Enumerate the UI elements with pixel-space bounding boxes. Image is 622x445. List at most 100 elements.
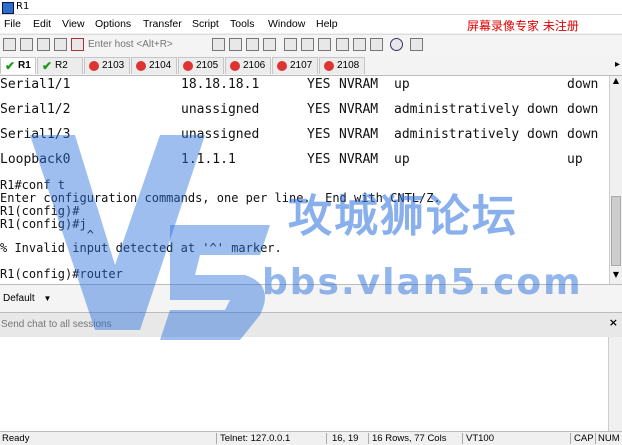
menu-bar: File Edit View Options Transfer Script T… (0, 15, 622, 33)
tab-r1[interactable]: ✔ R1 (0, 57, 36, 74)
disconnect-icon[interactable] (71, 38, 84, 51)
session-select[interactable]: Default ▼ (3, 293, 51, 304)
chat-input[interactable] (0, 316, 601, 332)
iface-ok: YES (307, 127, 331, 142)
chevron-down-icon: ▼ (43, 294, 52, 303)
status-size: 16 Rows, 77 Cols (372, 433, 447, 444)
status-emulation: VT100 (466, 433, 494, 444)
close-icon[interactable]: × (609, 316, 618, 329)
status-cursor: 16, 19 (332, 433, 359, 444)
tab-2104[interactable]: 2104 (131, 57, 177, 74)
terminal-line: R1(config)#router (0, 267, 123, 281)
chat-bar: × (0, 312, 622, 338)
disconnected-icon (324, 61, 334, 71)
iface-ip: unassigned (181, 102, 260, 117)
iface-status: administratively down (394, 127, 559, 142)
iface-method: NVRAM (339, 152, 379, 167)
terminal-line: % Invalid input detected at '^' marker. (0, 241, 282, 255)
menu-tools[interactable]: Tools (230, 15, 255, 33)
recorder-watermark: 屏幕录像专家 未注册 (467, 19, 579, 33)
paste-icon[interactable] (229, 38, 242, 51)
check-icon: ✔ (42, 59, 53, 73)
connect-tab-icon[interactable] (37, 38, 50, 51)
iface-name: Loopback0 (0, 152, 71, 167)
toolbar (0, 34, 622, 56)
app-icon (2, 2, 14, 14)
menu-view[interactable]: View (62, 15, 85, 33)
menu-script[interactable]: Script (192, 15, 219, 33)
global-options-icon[interactable] (353, 38, 366, 51)
iface-protocol: down (567, 102, 599, 117)
status-state: Ready (2, 433, 30, 444)
menu-file[interactable]: File (4, 15, 21, 33)
disconnected-icon (230, 61, 240, 71)
iface-method: NVRAM (339, 77, 379, 92)
iface-ok: YES (307, 152, 331, 167)
check-icon: ✔ (5, 59, 16, 73)
iface-ok: YES (307, 77, 331, 92)
iface-ip: 18.18.18.1 (181, 77, 260, 92)
terminal-line: R1(config)# (0, 204, 80, 218)
toolbar-options-icon[interactable] (410, 38, 423, 51)
tab-scroll-right-icon[interactable]: ▸ (615, 59, 620, 70)
iface-method: NVRAM (339, 102, 379, 117)
print-selection-icon[interactable] (318, 38, 331, 51)
find-icon[interactable] (263, 38, 276, 51)
scroll-thumb[interactable] (611, 196, 621, 266)
title-bar: R1 (0, 0, 622, 15)
terminal-line: ^ (0, 228, 94, 242)
print-icon[interactable] (301, 38, 314, 51)
menu-edit[interactable]: Edit (33, 15, 51, 33)
iface-name: Serial1/2 (0, 102, 71, 117)
tab-2108[interactable]: 2108 (319, 57, 365, 74)
quick-connect-icon[interactable] (20, 38, 33, 51)
disconnected-icon (277, 61, 287, 71)
iface-name: Serial1/1 (0, 77, 71, 92)
tab-2105[interactable]: 2105 (178, 57, 224, 74)
status-caps: CAP (574, 433, 594, 444)
terminal-line: R1#conf t (0, 178, 66, 192)
menu-transfer[interactable]: Transfer (143, 15, 182, 33)
iface-ip: 1.1.1.1 (181, 152, 236, 167)
menu-options[interactable]: Options (95, 15, 131, 33)
menu-help[interactable]: Help (316, 15, 338, 33)
reconnect-icon[interactable] (54, 38, 67, 51)
tab-2103[interactable]: 2103 (84, 57, 130, 74)
scroll-down-icon[interactable]: ▼ (610, 270, 622, 282)
copy-paste-icon[interactable] (246, 38, 259, 51)
iface-protocol: up (567, 152, 583, 167)
status-num: NUM (598, 433, 620, 444)
chat-scrollbar[interactable] (608, 337, 622, 431)
tab-2107[interactable]: 2107 (272, 57, 318, 74)
print-setup-icon[interactable] (284, 38, 297, 51)
help-icon[interactable] (390, 38, 403, 51)
host-input[interactable] (88, 37, 200, 52)
connect-icon[interactable] (3, 38, 16, 51)
iface-status: administratively down (394, 102, 559, 117)
command-bar: Default ▼ (0, 284, 622, 313)
status-connection: Telnet: 127.0.0.1 (220, 433, 291, 444)
terminal-output[interactable]: Serial1/1 18.18.18.1 YES NVRAM up down S… (0, 76, 609, 284)
iface-ok: YES (307, 102, 331, 117)
iface-protocol: down (567, 127, 599, 142)
menu-window[interactable]: Window (268, 15, 305, 33)
tab-2106[interactable]: 2106 (225, 57, 271, 74)
window-title: R1 (16, 1, 30, 12)
iface-status: up (394, 77, 410, 92)
iface-status: up (394, 152, 410, 167)
disconnected-icon (136, 61, 146, 71)
scroll-up-icon[interactable]: ▲ (610, 76, 622, 88)
session-options-icon[interactable] (336, 38, 349, 51)
disconnected-icon (89, 61, 99, 71)
copy-icon[interactable] (212, 38, 225, 51)
terminal-line: Enter configuration commands, one per li… (0, 191, 441, 205)
terminal-scrollbar[interactable]: ▲ ▼ (609, 76, 622, 284)
session-tab-bar: ✔ R1 ✔ R2 2103 2104 2105 2106 2107 2108 … (0, 55, 622, 76)
keymap-icon[interactable] (370, 38, 383, 51)
chat-area[interactable] (0, 337, 622, 431)
iface-name: Serial1/3 (0, 127, 71, 142)
iface-method: NVRAM (339, 127, 379, 142)
tab-r2[interactable]: ✔ R2 (37, 57, 83, 74)
disconnected-icon (183, 61, 193, 71)
iface-ip: unassigned (181, 127, 260, 142)
